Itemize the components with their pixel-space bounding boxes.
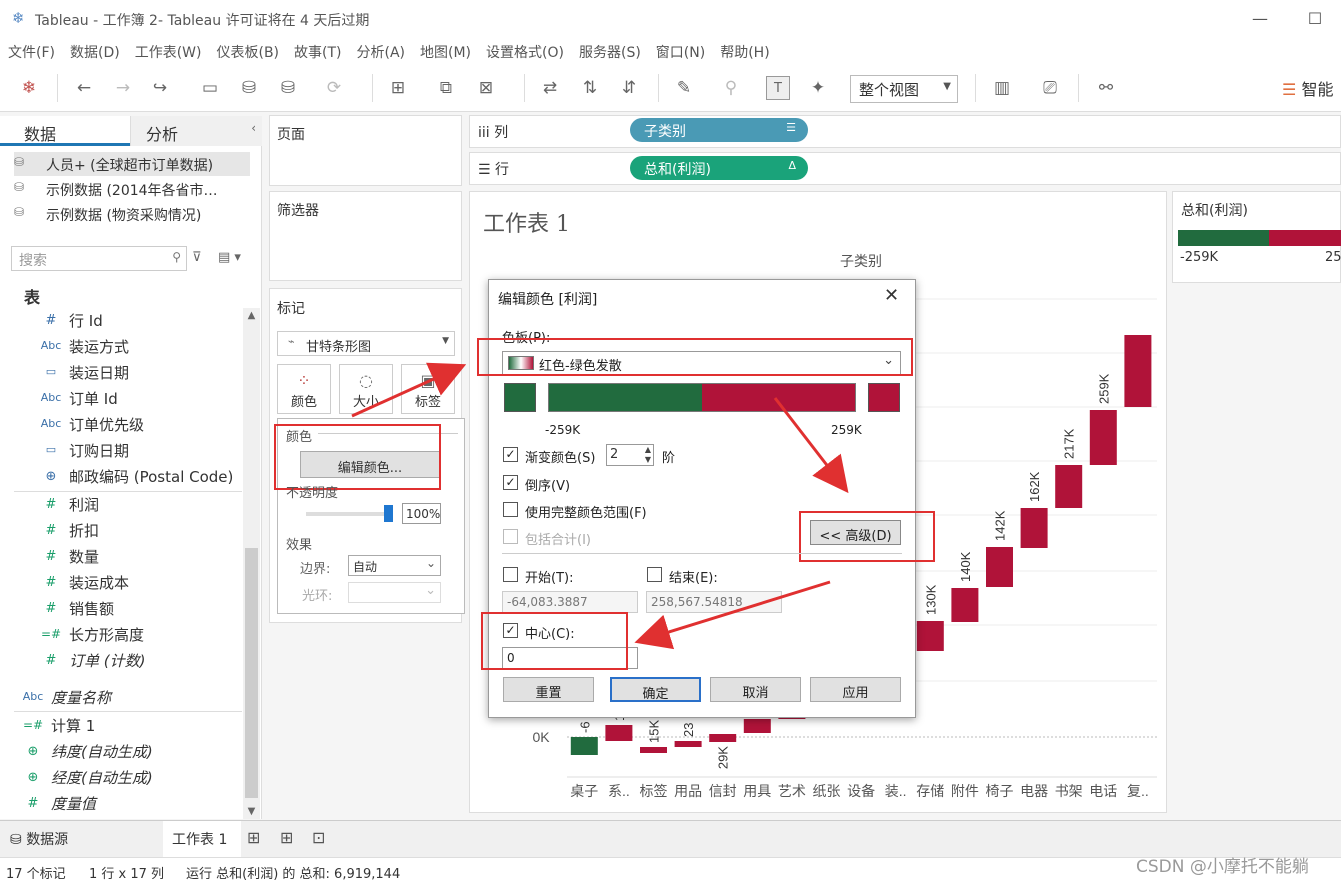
new-worksheet-tab-icon[interactable]: ⊞ <box>247 828 260 847</box>
status-dims: 1 行 x 17 列 <box>89 867 165 882</box>
watermark: CSDN @小摩托不能躺 <box>1136 857 1309 877</box>
tab-sheet-1[interactable]: 工作表 1 <box>163 821 241 857</box>
new-story-tab-icon[interactable]: ⊡ <box>312 828 325 847</box>
status-marks: 17 个标记 <box>6 867 66 882</box>
status-sum: 运行 总和(利润) 的 总和: 6,919,144 <box>186 867 401 882</box>
annotation-arrows <box>351 362 849 650</box>
new-dashboard-tab-icon[interactable]: ⊞ <box>280 828 293 847</box>
database-icon: ⛁ <box>10 832 22 848</box>
tab-datasource[interactable]: ⛁ 数据源 <box>10 829 68 849</box>
